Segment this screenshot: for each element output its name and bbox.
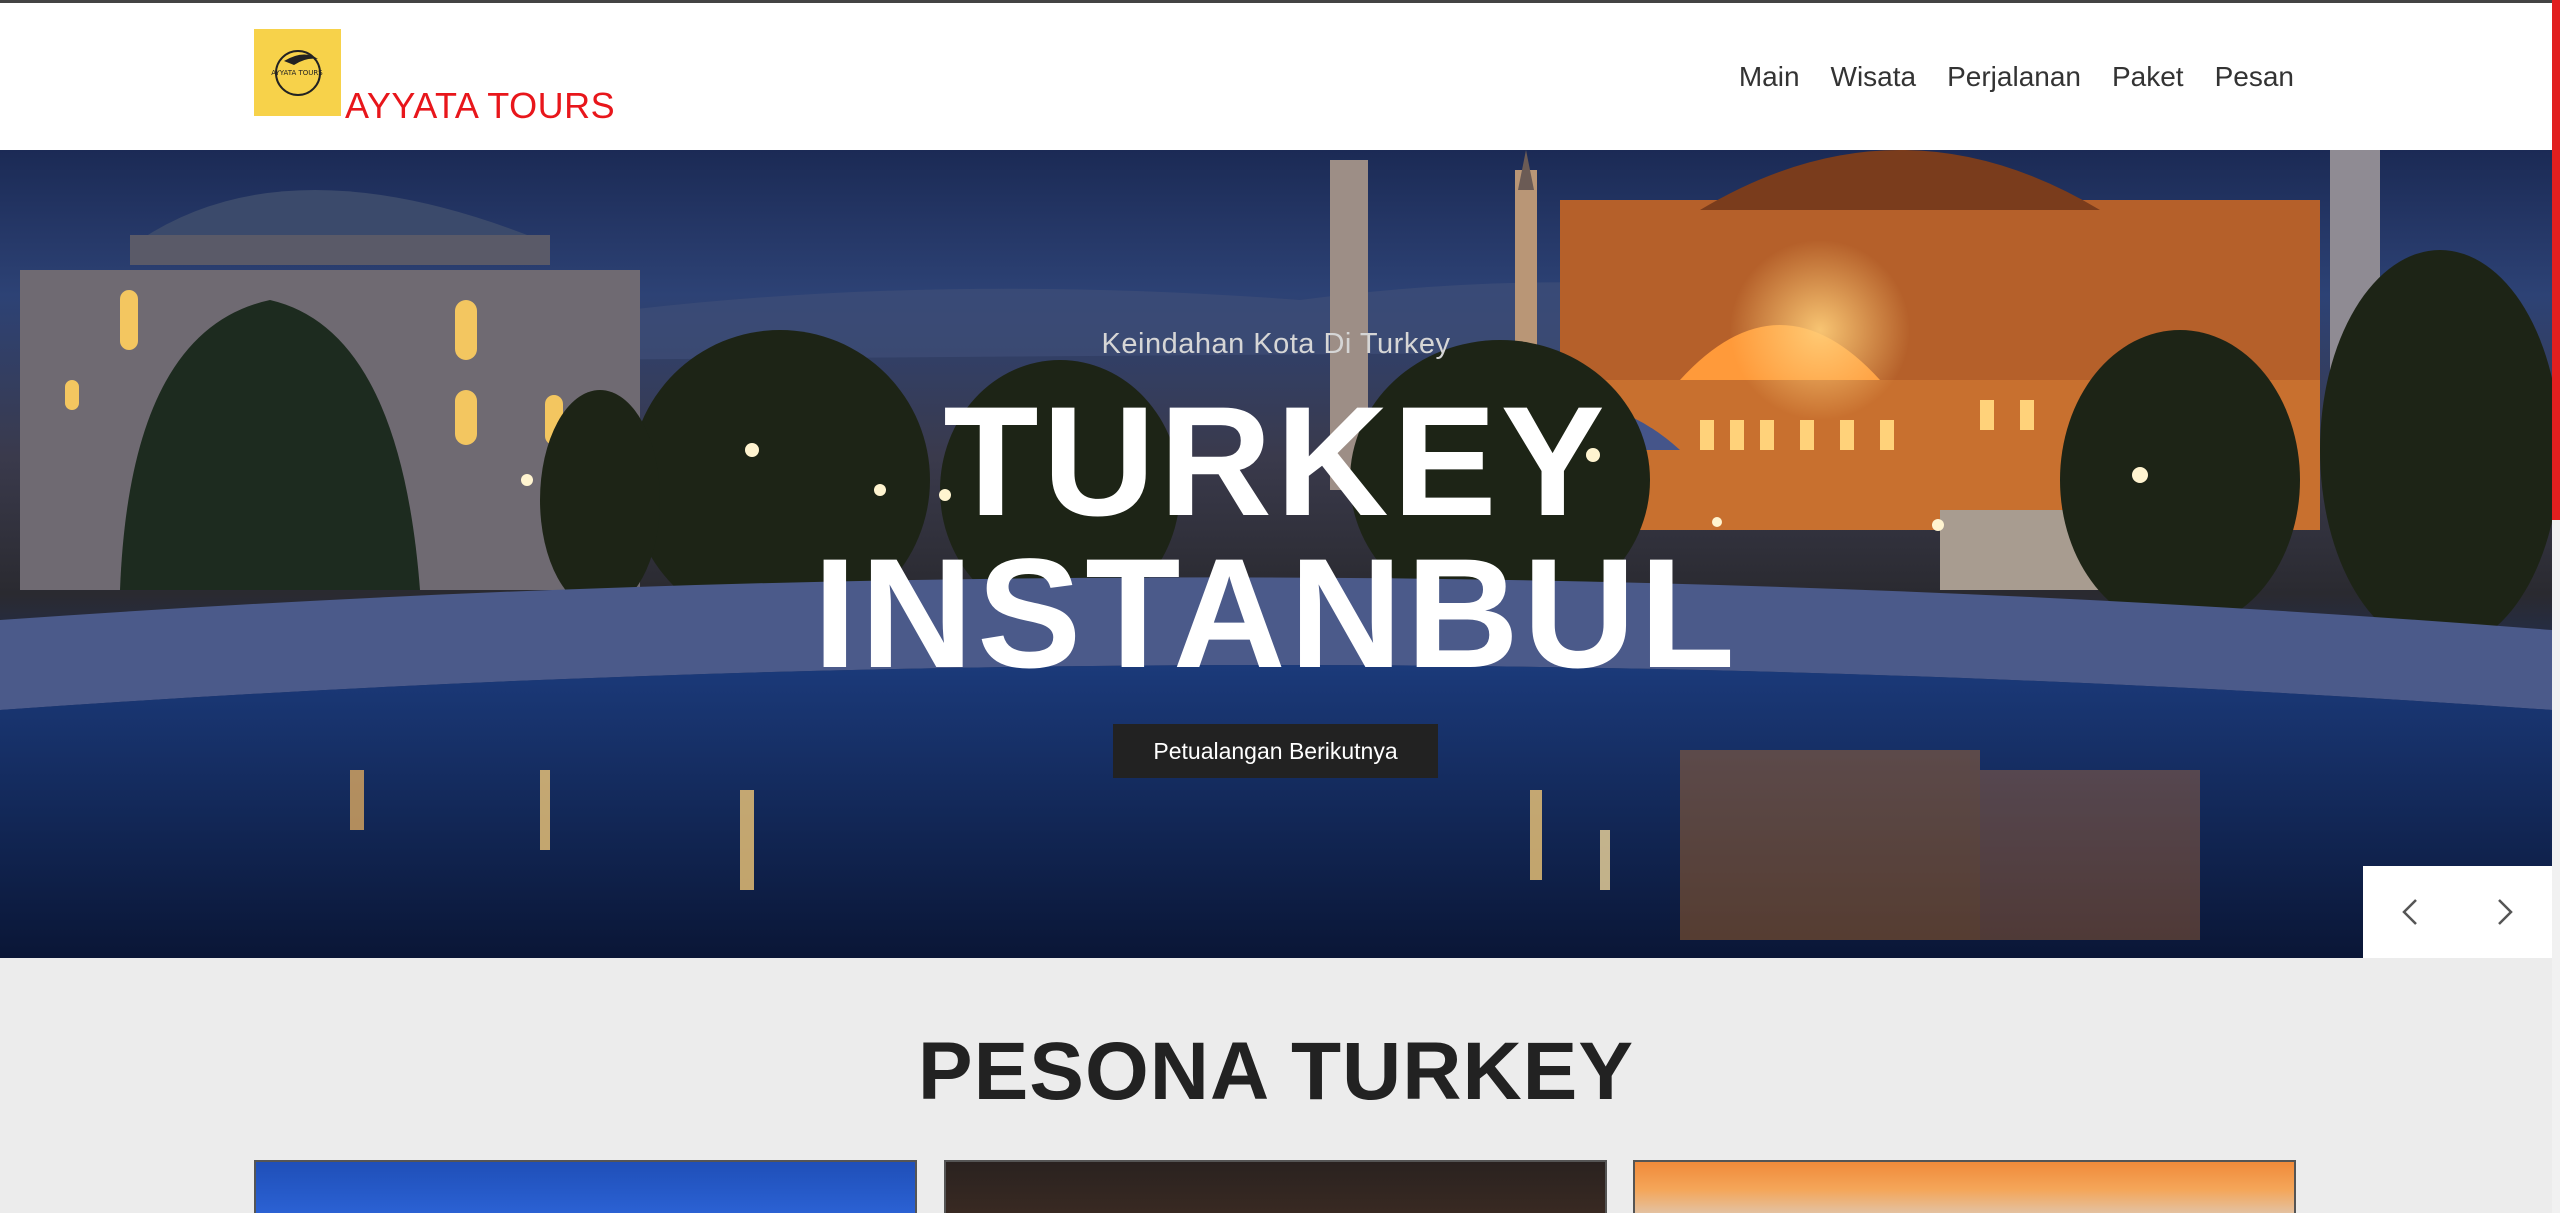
hero-carousel: Keindahan Kota Di Turkey TURKEY INSTANBU… [0,150,2552,958]
destination-card[interactable] [254,1160,917,1213]
nav-wisata[interactable]: Wisata [1831,61,1917,93]
nav-paket[interactable]: Paket [2112,61,2184,93]
main-nav: Main Wisata Perjalanan Paket Pesan [1739,61,2294,93]
svg-text:AYYATA TOURS: AYYATA TOURS [271,69,323,77]
hero-title: TURKEY INSTANBUL [0,375,2552,701]
brand-logo[interactable]: AYYATA TOURS [254,29,341,116]
brand-name[interactable]: AYYATA TOURS [345,85,615,127]
hero-subtitle: Keindahan Kota Di Turkey [1101,328,1451,360]
nav-main[interactable]: Main [1739,61,1800,93]
destination-card[interactable] [944,1160,1607,1213]
site-header: AYYATA TOURS AYYATA TOURS Main Wisata Pe… [0,3,2552,150]
chevron-right-icon [2497,899,2513,925]
section-title: PESONA TURKEY [917,1026,1635,1117]
carousel-next-button[interactable] [2458,866,2553,958]
carousel-controls [2363,866,2552,958]
hero-title-line-1: TURKEY [943,375,1609,549]
next-adventure-button[interactable]: Petualangan Berikutnya [1113,724,1438,778]
nav-pesan[interactable]: Pesan [2215,61,2294,93]
chevron-left-icon [2402,899,2418,925]
scrollbar-thumb[interactable] [2552,0,2560,520]
nav-perjalanan[interactable]: Perjalanan [1947,61,2081,93]
carousel-prev-button[interactable] [2363,866,2458,958]
destination-card[interactable] [1633,1160,2296,1213]
hero-title-line-2: INSTANBUL [813,527,1739,701]
